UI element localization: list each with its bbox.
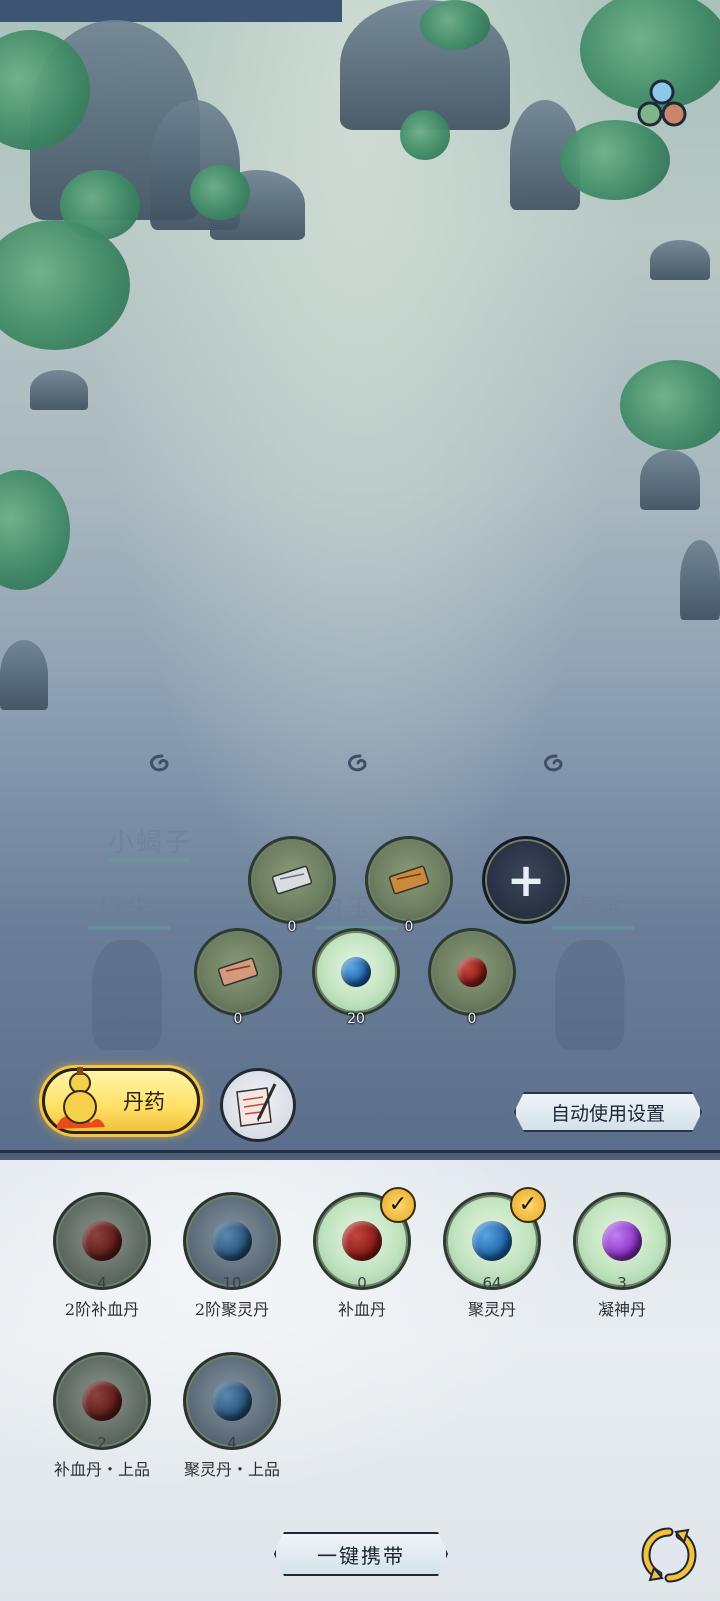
character-figure [555, 940, 625, 1050]
tab-medicine-label: 丹药 [123, 1090, 165, 1114]
equipped-slot-2[interactable]: 0 [365, 836, 453, 935]
refresh-icon[interactable] [640, 1526, 698, 1584]
recipe-scroll-icon [236, 1083, 277, 1127]
scroll-icon [217, 957, 259, 987]
elements-icon[interactable] [634, 76, 690, 132]
item-count: 0 [357, 1274, 367, 1292]
gourd-icon [57, 1067, 105, 1129]
item-name: 2阶补血丹 [64, 1300, 140, 1319]
swirl-icon [539, 752, 573, 774]
item-name: 聚灵丹・上品 [183, 1460, 280, 1479]
purple-pill-icon [602, 1221, 642, 1261]
top-status-bar [0, 0, 342, 22]
item-name: 聚灵丹 [467, 1300, 516, 1319]
item-count: 4 [227, 1434, 237, 1452]
inventory-item[interactable]: ✓ 0 补血丹 [292, 1187, 422, 1342]
character-hp-bar [108, 858, 190, 862]
character-name: 小蝎子 [108, 828, 193, 858]
blue-pill-icon [212, 1381, 252, 1421]
tree-decoration [190, 165, 250, 220]
tab-recipe[interactable] [220, 1068, 296, 1142]
mountain-decoration [30, 370, 88, 410]
item-count: 64 [482, 1274, 502, 1292]
scroll-icon [271, 865, 313, 895]
checkmark-icon: ✓ [380, 1187, 416, 1223]
slot-count: 20 [347, 1011, 365, 1027]
one-click-carry-button[interactable]: 一键携带 [274, 1532, 448, 1576]
item-name: 2阶聚灵丹 [194, 1300, 270, 1319]
inventory-item[interactable]: 3 凝神丹 [552, 1192, 682, 1342]
inventory-item[interactable]: ✓ 64 聚灵丹 [422, 1187, 552, 1342]
item-name: 补血丹 [337, 1300, 386, 1319]
mountain-decoration [680, 540, 720, 620]
swirl-icon [343, 752, 377, 774]
mountain-decoration [0, 640, 48, 710]
item-count: 3 [617, 1274, 627, 1292]
scroll-icon [388, 865, 430, 895]
mountain-decoration [650, 240, 710, 280]
auto-use-settings-button[interactable]: 自动使用设置 [514, 1092, 702, 1132]
plus-icon: + [506, 853, 546, 907]
red-pill-icon [342, 1221, 382, 1261]
red-pill-icon [82, 1221, 122, 1261]
slot-count: 0 [287, 919, 297, 935]
tab-medicine[interactable]: 丹药 [42, 1067, 200, 1134]
checkmark-icon: ✓ [510, 1187, 546, 1223]
character-name: 丹朱 [98, 894, 155, 924]
tree-decoration [0, 470, 70, 590]
equipped-slot-5[interactable]: 0 [428, 928, 516, 1027]
character-figure [92, 940, 162, 1050]
tree-decoration [620, 360, 720, 450]
character-hp-bar [88, 926, 170, 930]
inventory-item[interactable]: 4 2阶补血丹 [32, 1192, 162, 1342]
red-pill-icon [457, 957, 487, 987]
blue-pill-icon [341, 957, 371, 987]
add-slot-button[interactable]: + [482, 836, 570, 924]
inventory-item[interactable]: 4 聚灵丹・上品 [162, 1352, 292, 1502]
character-name: 青香 [570, 894, 627, 924]
swirl-icon [145, 752, 179, 774]
tree-decoration [0, 220, 130, 350]
tree-decoration [400, 110, 450, 160]
inventory-item[interactable]: 2 补血丹・上品 [32, 1352, 162, 1502]
battle-scene: 小蝎子 丹朱 白玉 青香 0 0 + 0 20 0 [0, 0, 720, 1165]
tree-decoration [420, 0, 490, 50]
slot-count: 0 [404, 919, 414, 935]
blue-pill-icon [472, 1221, 512, 1261]
item-count: 4 [97, 1274, 107, 1292]
mountain-decoration [640, 450, 700, 510]
equipped-slot-3[interactable]: 0 [194, 928, 282, 1027]
equipped-slot-1[interactable]: 0 [248, 836, 336, 935]
inventory-item[interactable]: 10 2阶聚灵丹 [162, 1192, 292, 1342]
slot-count: 0 [233, 1011, 243, 1027]
equipped-slot-4[interactable]: 20 [312, 928, 400, 1027]
item-name: 补血丹・上品 [53, 1460, 150, 1479]
slot-count: 0 [467, 1011, 477, 1027]
red-pill-icon [82, 1381, 122, 1421]
item-count: 10 [222, 1274, 242, 1292]
item-name: 凝神丹 [597, 1300, 646, 1319]
blue-pill-icon [212, 1221, 252, 1261]
character-hp-bar [552, 926, 634, 930]
item-count: 2 [97, 1434, 107, 1452]
